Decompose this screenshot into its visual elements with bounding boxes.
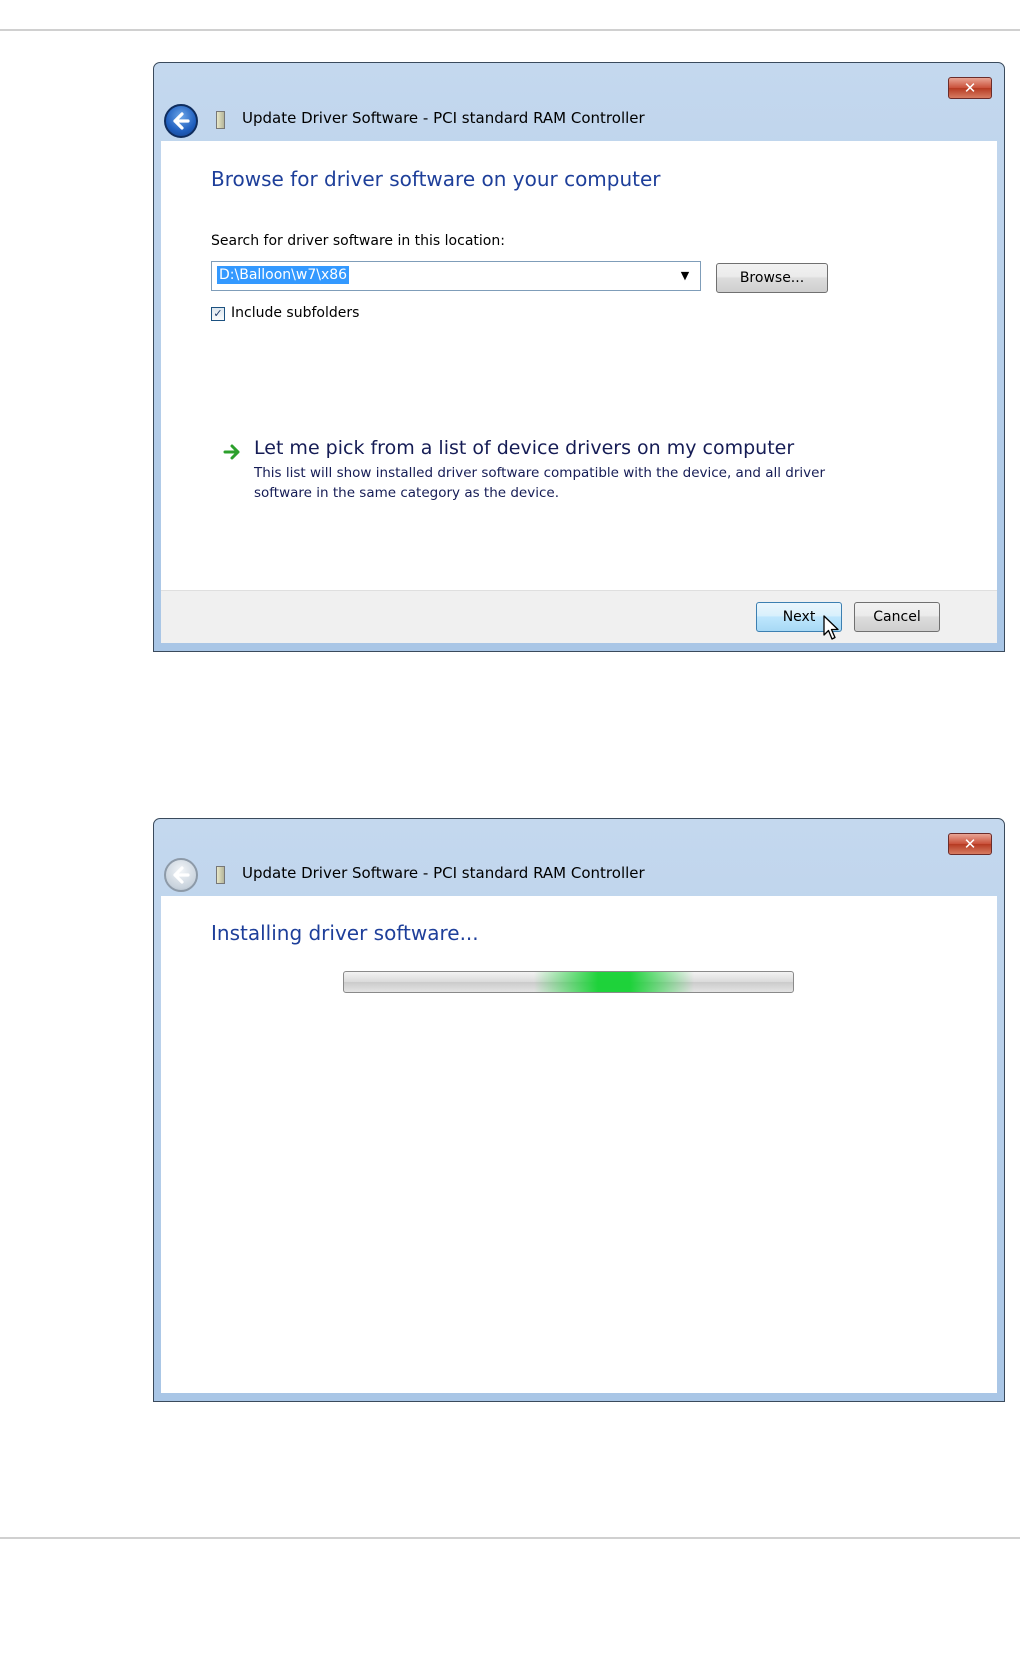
search-location-label: Search for driver software in this locat…	[211, 233, 505, 249]
browse-button[interactable]: Browse...	[716, 263, 828, 293]
include-subfolders-label[interactable]: Include subfolders	[231, 305, 359, 321]
dialog-content: Browse for driver software on your compu…	[161, 141, 997, 643]
driver-path-value[interactable]: D:\Balloon\w7\x86	[217, 266, 350, 284]
back-button-disabled	[164, 858, 198, 892]
device-icon	[216, 111, 225, 129]
progress-marquee-glow	[534, 972, 694, 992]
back-button[interactable]	[164, 104, 198, 138]
window-title: Update Driver Software - PCI standard RA…	[242, 109, 645, 127]
page-heading: Browse for driver software on your compu…	[211, 167, 661, 191]
pick-from-list-description: This list will show installed driver sof…	[254, 465, 826, 501]
installing-dialog-window: ✕ Update Driver Software - PCI standard …	[153, 818, 1005, 1402]
page-heading: Installing driver software...	[211, 921, 479, 945]
driver-path-combobox[interactable]: D:\Balloon\w7\x86 ▼	[211, 261, 701, 291]
browse-dialog-window: ✕ Update Driver Software - PCI standard …	[153, 62, 1005, 652]
installing-progress-bar	[343, 971, 794, 993]
close-button[interactable]: ✕	[948, 833, 992, 855]
back-arrow-icon	[173, 112, 190, 130]
dialog-content: Installing driver software...	[161, 896, 997, 1393]
bottom-rule	[0, 1537, 1020, 1539]
pick-from-list-link[interactable]: Let me pick from a list of device driver…	[254, 437, 794, 459]
window-title: Update Driver Software - PCI standard RA…	[242, 864, 645, 882]
device-icon	[216, 866, 225, 884]
cancel-button[interactable]: Cancel	[854, 602, 940, 632]
include-subfolders-checkbox[interactable]: ✓	[211, 307, 225, 321]
back-arrow-icon	[173, 866, 190, 884]
close-button[interactable]: ✕	[948, 77, 992, 99]
top-rule	[0, 29, 1020, 31]
dropdown-arrow-icon[interactable]: ▼	[674, 264, 696, 288]
mouse-cursor-icon	[823, 615, 839, 640]
green-arrow-icon[interactable]	[223, 443, 243, 461]
dialog-footer: Next Cancel	[161, 590, 997, 643]
